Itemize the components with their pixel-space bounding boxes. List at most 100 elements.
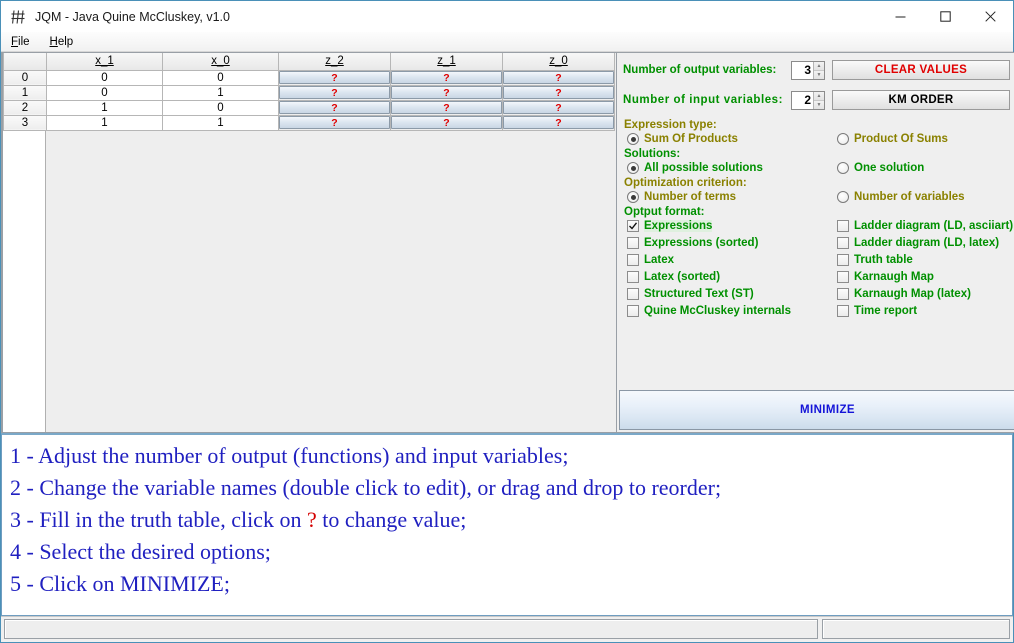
radio-all-possible-solutions[interactable]: All possible solutions: [623, 162, 833, 174]
output-toggle-button[interactable]: ?: [503, 86, 614, 99]
spinner-down-icon[interactable]: ▼: [814, 70, 824, 79]
checkbox-structured-text[interactable]: Structured Text (ST): [623, 288, 833, 300]
radio-number-of-variables[interactable]: Number of variables: [833, 191, 1014, 203]
checkbox-latex[interactable]: Latex: [623, 254, 833, 266]
output-toggle-button[interactable]: ?: [391, 86, 502, 99]
minimize-button[interactable]: MINIMIZE: [619, 390, 1014, 430]
cell-input[interactable]: 0: [46, 84, 163, 101]
checkbox-unchecked-icon: [627, 305, 639, 317]
output-toggle-button[interactable]: ?: [279, 86, 390, 99]
column-header-z1[interactable]: z_1: [390, 53, 503, 71]
maximize-icon[interactable]: [923, 1, 968, 32]
output-toggle-button[interactable]: ?: [279, 71, 390, 84]
checkbox-quine-mccluskey-internals[interactable]: Quine McCluskey internals: [623, 305, 833, 317]
column-header-z1-label: z_1: [437, 55, 456, 68]
row-index: 0: [3, 69, 47, 86]
checkbox-latex-sorted[interactable]: Latex (sorted): [623, 271, 833, 283]
output-toggle-button[interactable]: ?: [279, 101, 390, 114]
clear-values-button[interactable]: CLEAR VALUES: [832, 60, 1010, 80]
checkbox-truth-table[interactable]: Truth table: [833, 254, 1014, 266]
checkbox-unchecked-icon: [837, 271, 849, 283]
output-vars-value[interactable]: 3: [792, 62, 813, 79]
title-bar-left: JQM - Java Quine McCluskey, v1.0: [1, 9, 230, 25]
km-order-button[interactable]: KM ORDER: [832, 90, 1010, 110]
table-row: 2 1 0 ? ? ?: [3, 99, 615, 116]
checkbox-label: Karnaugh Map: [854, 271, 934, 283]
output-toggle-button[interactable]: ?: [391, 101, 502, 114]
optimization-criterion-label: Optimization criterion:: [624, 177, 747, 189]
instruction-line-3-part-b: to change value;: [316, 507, 467, 532]
cell-input[interactable]: 1: [162, 114, 279, 131]
cell-output: ?: [278, 114, 391, 131]
close-icon[interactable]: [968, 1, 1013, 32]
checkbox-unchecked-icon: [627, 254, 639, 266]
checkbox-expressions[interactable]: Expressions: [623, 220, 833, 232]
cell-input[interactable]: 1: [46, 114, 163, 131]
radio-label: All possible solutions: [644, 162, 763, 174]
checkbox-ladder-diagram-latex[interactable]: Ladder diagram (LD, latex): [833, 237, 1014, 249]
row-index: 2: [3, 99, 47, 116]
checkbox-unchecked-icon: [627, 288, 639, 300]
column-header-z0[interactable]: z_0: [502, 53, 615, 71]
menu-help-rest: elp: [57, 35, 74, 48]
cell-input[interactable]: 0: [46, 69, 163, 86]
menu-item-file[interactable]: File: [9, 35, 38, 49]
column-header-x0[interactable]: x_0: [162, 53, 279, 71]
checkbox-unchecked-icon: [627, 237, 639, 249]
input-vars-stepper[interactable]: 2 ▲ ▼: [791, 90, 825, 110]
column-header-z2[interactable]: z_2: [278, 53, 391, 71]
menu-item-help[interactable]: Help: [48, 35, 82, 49]
instruction-line-1: 1 - Adjust the number of output (functio…: [10, 443, 569, 468]
options-pane: Number of output variables: 3 ▲ ▼ CLEAR …: [617, 52, 1014, 433]
menu-file-mnemonic: F: [11, 35, 19, 48]
column-header-x1[interactable]: x_1: [46, 53, 163, 71]
expression-type-label: Expression type:: [624, 119, 717, 131]
spinner-up-icon[interactable]: ▲: [814, 61, 824, 71]
output-toggle-button[interactable]: ?: [391, 116, 502, 129]
output-toggle-button[interactable]: ?: [279, 116, 390, 129]
instruction-line-4: 4 - Select the desired options;: [10, 539, 271, 564]
output-toggle-button[interactable]: ?: [503, 116, 614, 129]
status-bar: [1, 616, 1013, 642]
instruction-question-mark: ?: [306, 507, 317, 532]
cell-input[interactable]: 0: [162, 69, 279, 86]
solutions-group: All possible solutions One solution: [623, 162, 1014, 174]
output-format-row: Expressions Ladder diagram (LD, asciiart…: [623, 220, 1014, 232]
checkbox-time-report[interactable]: Time report: [833, 305, 1014, 317]
checkbox-karnaugh-map-latex[interactable]: Karnaugh Map (latex): [833, 288, 1014, 300]
output-toggle-button[interactable]: ?: [503, 101, 614, 114]
checkbox-checked-icon: [627, 220, 639, 232]
spinner-down-icon[interactable]: ▼: [814, 100, 824, 109]
column-header-z2-label: z_2: [325, 55, 344, 68]
checkbox-karnaugh-map[interactable]: Karnaugh Map: [833, 271, 1014, 283]
radio-on-icon: [627, 133, 639, 145]
cell-input[interactable]: 1: [46, 99, 163, 116]
radio-sum-of-products[interactable]: Sum Of Products: [623, 133, 833, 145]
cell-input[interactable]: 0: [162, 99, 279, 116]
checkbox-expressions-sorted[interactable]: Expressions (sorted): [623, 237, 833, 249]
row-index: 3: [3, 114, 47, 131]
output-vars-stepper[interactable]: 3 ▲ ▼: [791, 60, 825, 80]
radio-product-of-sums[interactable]: Product Of Sums: [833, 133, 1014, 145]
table-corner-header: [3, 53, 47, 71]
input-vars-value[interactable]: 2: [792, 92, 813, 109]
cell-input[interactable]: 1: [162, 84, 279, 101]
checkbox-unchecked-icon: [837, 288, 849, 300]
cell-output: ?: [502, 114, 615, 131]
output-toggle-button[interactable]: ?: [503, 71, 614, 84]
minimize-icon[interactable]: [878, 1, 923, 32]
main-content: x_1 x_0 z_2 z_1 z_0 0 0 0 ? ? ? 1 0 1 ? …: [1, 52, 1014, 433]
menu-file-rest: ile: [18, 35, 30, 48]
application-window: JQM - Java Quine McCluskey, v1.0 File He…: [0, 0, 1014, 643]
solutions-label: Solutions:: [624, 148, 681, 160]
output-toggle-button[interactable]: ?: [391, 71, 502, 84]
spinner-up-icon[interactable]: ▲: [814, 91, 824, 101]
checkbox-label: Time report: [854, 305, 918, 317]
checkbox-ladder-diagram-asciiart[interactable]: Ladder diagram (LD, asciiart): [833, 220, 1014, 232]
radio-one-solution[interactable]: One solution: [833, 162, 1014, 174]
instruction-line-2: 2 - Change the variable names (double cl…: [10, 475, 722, 500]
radio-label: Number of variables: [854, 191, 965, 203]
checkbox-label: Ladder diagram (LD, latex): [854, 237, 1000, 249]
radio-number-of-terms[interactable]: Number of terms: [623, 191, 833, 203]
radio-label: Number of terms: [644, 191, 737, 203]
